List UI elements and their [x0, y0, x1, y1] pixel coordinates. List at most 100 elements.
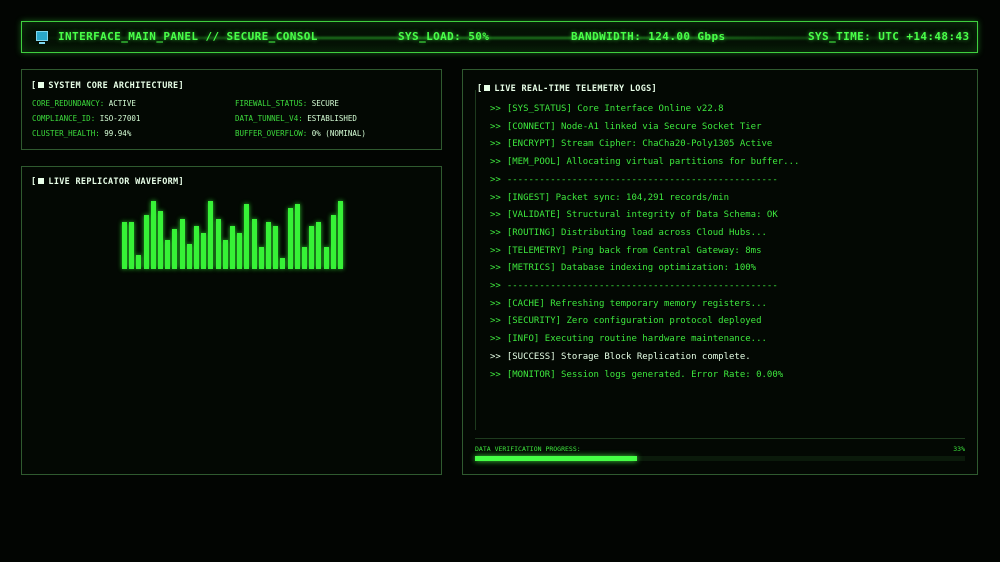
waveform-bar [323, 247, 329, 269]
log-line: >> [SUCCESS] Storage Block Replication co… [490, 352, 751, 362]
compliance-id-value: ISO-27001 [99, 114, 141, 123]
compliance-id-row: COMPLIANCE_ID: ISO-27001 [32, 114, 140, 123]
waveform-bar [186, 244, 192, 269]
firewall-status-row: FIREWALL_STATUS: SECURE [235, 99, 339, 108]
log-line: >> [MEM_POOL] Allocating virtual partitio… [490, 157, 799, 167]
log-line: >> [INGEST] Packet sync: 104,291 records/… [490, 193, 729, 203]
log-prefix: >> [490, 263, 501, 274]
waveform-bar [230, 226, 235, 269]
log-text: [SYS_STATUS] Core Interface Online v22.8 [506, 104, 724, 114]
log-line: >> [CONNECT] Node-A1 linked via Secure So… [490, 122, 762, 132]
waveform-bars [122, 197, 347, 269]
log-line: >> [ROUTING] Distributing load across Clo… [490, 228, 767, 238]
waveform-bar [294, 204, 300, 269]
log-prefix: >> [490, 298, 501, 309]
log-text: [ENCRYPT] Stream Cipher: ChaCha20-Poly13… [506, 139, 773, 150]
log-line: >> [SYS_STATUS] Core Interface Online v22… [490, 104, 724, 114]
waveform-title-text: LIVE REPLICATOR WAVEFORM [48, 177, 179, 187]
core-redundancy-key: CORE_REDUNDANCY: [32, 99, 105, 108]
waveform-bar [237, 233, 243, 269]
log-text: [SUCCESS] Storage Block Replication comp… [506, 351, 751, 362]
log-line: >> [TELEMETRY] Ping back from Central Gat… [490, 246, 762, 256]
waveform-bar [122, 222, 127, 269]
log-text: [INGEST] Packet sync: 104,291 records/mi… [506, 192, 730, 203]
system-core-panel: [SYSTEM CORE ARCHITECTURE] CORE_REDUNDAN… [21, 69, 442, 150]
log-scrollbar[interactable] [475, 90, 476, 430]
firewall-status-value: SECURE [311, 99, 339, 108]
log-prefix: >> [490, 139, 501, 150]
log-prefix: >> [490, 210, 501, 221]
waveform-bar [244, 204, 250, 269]
waveform-bar [172, 229, 178, 269]
firewall-status-key: FIREWALL_STATUS: [235, 99, 308, 108]
waveform-bar [280, 258, 286, 269]
log-line: >> [VALIDATE] Structural integrity of Dat… [490, 210, 778, 220]
log-text: [MONITOR] Session logs generated. Error … [506, 369, 784, 380]
progress-label: DATA VERIFICATION PROGRESS: [475, 445, 581, 453]
header-title: INTERFACE_MAIN_PANEL // SECURE_CONSOL [58, 30, 318, 43]
telemetry-log-panel: [LIVE REAL-TIME TELEMETRY LOGS] >> [SYS_S… [462, 69, 978, 475]
log-prefix: >> [490, 281, 501, 291]
waveform-bar [194, 226, 199, 269]
log-prefix: >> [490, 351, 501, 362]
log-prefix: >> [490, 104, 501, 114]
log-text: [INFO] Executing routine hardware mainte… [506, 334, 767, 345]
bandwidth-readout: BANDWIDTH: 124.00 Gbps [571, 30, 726, 43]
log-line: >> [SECURITY] Zero configuration protocol… [490, 316, 762, 326]
progress-bar-fill [475, 456, 637, 461]
cluster-health-row: CLUSTER_HEALTH: 99.94% [32, 129, 131, 138]
telemetry-title: [LIVE REAL-TIME TELEMETRY LOGS] [477, 84, 657, 94]
waveform-bar [165, 240, 171, 269]
waveform-bar [201, 233, 207, 269]
log-line: >> [ENCRYPT] Stream Cipher: ChaCha20-Poly… [490, 139, 772, 149]
log-line: >> [METRICS] Database indexing optimizati… [490, 263, 756, 273]
log-prefix: >> [490, 174, 501, 185]
square-bullet-icon [38, 82, 45, 88]
log-text: [VALIDATE] Structural integrity of Data … [506, 210, 778, 221]
waveform-bar [266, 222, 271, 269]
buffer-overflow-value: 0% (NOMINAL) [311, 129, 366, 138]
data-tunnel-value: ESTABLISHED [307, 114, 357, 123]
sys-load-readout: SYS_LOAD: 50% [398, 30, 490, 43]
log-text: [METRICS] Database indexing optimization… [506, 263, 757, 274]
log-prefix: >> [490, 245, 501, 256]
log-line: >> [MONITOR] Session logs generated. Erro… [490, 370, 783, 380]
waveform-bar [258, 247, 264, 269]
square-bullet-icon [38, 178, 45, 184]
waveform-title: [LIVE REPLICATOR WAVEFORM] [31, 177, 184, 187]
log-prefix: >> [490, 316, 501, 327]
waveform-bar [330, 215, 336, 269]
cluster-health-key: CLUSTER_HEALTH: [32, 129, 100, 138]
waveform-bar [150, 201, 156, 269]
log-text: [TELEMETRY] Ping back from Central Gatew… [506, 245, 762, 256]
log-prefix: >> [490, 227, 501, 238]
log-prefix: >> [490, 334, 501, 345]
progress-divider [475, 438, 965, 439]
waveform-bar [273, 226, 279, 269]
waveform-bar [287, 208, 293, 269]
waveform-bar [316, 222, 322, 269]
waveform-bar [136, 255, 142, 269]
log-prefix: >> [490, 121, 501, 132]
log-text: [CACHE] Refreshing temporary memory regi… [506, 298, 767, 309]
system-core-title: [SYSTEM CORE ARCHITECTURE] [31, 81, 184, 91]
buffer-overflow-key: BUFFER_OVERFLOW: [235, 129, 308, 138]
waveform-bar [309, 226, 315, 269]
log-line: >> --------------------------------------… [490, 281, 778, 291]
data-tunnel-key: DATA_TUNNEL_V4: [235, 114, 303, 123]
log-prefix: >> [490, 192, 501, 203]
waveform-bar [158, 211, 163, 269]
waveform-bar [302, 247, 307, 269]
top-status-bar: INTERFACE_MAIN_PANEL // SECURE_CONSOL SY… [21, 21, 978, 53]
buffer-overflow-row: BUFFER_OVERFLOW: 0% (NOMINAL) [235, 129, 366, 138]
core-redundancy-row: CORE_REDUNDANCY: ACTIVE [32, 99, 136, 108]
log-text: [ROUTING] Distributing load across Cloud… [506, 227, 767, 238]
waveform-bar [129, 222, 135, 269]
core-redundancy-value: ACTIVE [108, 99, 136, 108]
terminal-icon [36, 31, 48, 44]
cluster-health-value: 99.94% [104, 129, 132, 138]
compliance-id-key: COMPLIANCE_ID: [32, 114, 96, 123]
progress-percent: 33% [953, 445, 965, 453]
log-text: ----------------------------------------… [506, 281, 778, 291]
waveform-bar [222, 240, 228, 269]
